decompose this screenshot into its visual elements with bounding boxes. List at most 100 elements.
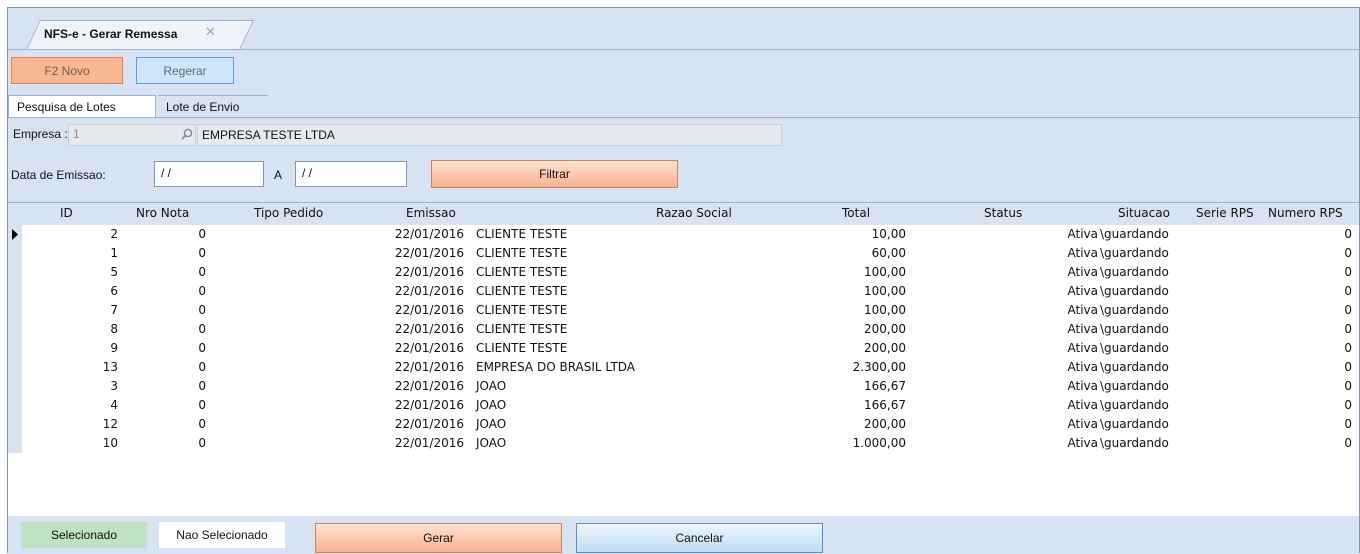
- row-indicator[interactable]: [8, 415, 22, 434]
- table-row[interactable]: 4 0 22/01/2016 JOAO 166,67 Ativa \guardando 0: [8, 396, 1359, 415]
- cell-nro-nota: 0: [198, 379, 206, 393]
- cell-total: 200,00: [864, 341, 906, 355]
- cell-situacao: Ativa: [1067, 360, 1099, 374]
- close-icon[interactable]: ✕: [205, 25, 216, 40]
- tab-lote-de-envio[interactable]: Lote de Envio: [158, 95, 268, 117]
- cell-razao-social: CLIENTE TESTE: [476, 265, 568, 279]
- new-button[interactable]: F2 Novo: [11, 57, 123, 84]
- filter-button[interactable]: Filtrar: [431, 160, 678, 188]
- row-indicator[interactable]: [8, 377, 22, 396]
- cell-situacao-detail: \guardando: [1100, 417, 1169, 431]
- row-pointer-icon: [12, 229, 18, 240]
- col-header-total[interactable]: Total: [842, 206, 870, 220]
- table-row[interactable]: 12 0 22/01/2016 JOAO 200,00 Ativa \guardando 0: [8, 415, 1359, 434]
- cell-nro-nota: 0: [198, 360, 206, 374]
- cell-id: 5: [110, 265, 118, 279]
- cell-total: 100,00: [864, 303, 906, 317]
- cell-situacao-detail: \guardando: [1100, 436, 1169, 450]
- cell-razao-social: CLIENTE TESTE: [476, 322, 568, 336]
- col-header-razao-social[interactable]: Razao Social: [656, 206, 732, 220]
- cell-emissao: 22/01/2016: [394, 341, 464, 355]
- cell-total: 166,67: [864, 398, 906, 412]
- row-indicator[interactable]: [8, 396, 22, 415]
- cell-situacao: Ativa: [1067, 246, 1099, 260]
- toolbar: F2 Novo Regerar: [8, 50, 1359, 90]
- col-header-tipo-pedido[interactable]: Tipo Pedido: [254, 206, 323, 220]
- window-tab-strip: NFS-e - Gerar Remessa ✕: [8, 8, 1359, 50]
- cell-situacao-detail: \guardando: [1100, 341, 1169, 355]
- cell-situacao: Ativa: [1067, 284, 1099, 298]
- row-indicator[interactable]: [8, 301, 22, 320]
- lotes-grid: ID Nro Nota Tipo Pedido Emissao Razao So…: [8, 202, 1359, 516]
- cell-razao-social: CLIENTE TESTE: [476, 303, 568, 317]
- footer-bar: Selecionado Nao Selecionado Gerar Cancel…: [8, 516, 1359, 554]
- cell-razao-social: JOAO: [476, 436, 507, 450]
- empresa-label: Empresa :: [13, 127, 68, 141]
- cell-nro-nota: 0: [198, 417, 206, 431]
- cell-razao-social: JOAO: [476, 379, 507, 393]
- window-tab-label: NFS-e - Gerar Remessa: [44, 27, 178, 41]
- cell-emissao: 22/01/2016: [394, 379, 464, 393]
- table-row[interactable]: 8 0 22/01/2016 CLIENTE TESTE 200,00 Ativa \gua…: [8, 320, 1359, 339]
- table-row[interactable]: 6 0 22/01/2016 CLIENTE TESTE 100,00 Ativa \gua…: [8, 282, 1359, 301]
- cell-razao-social: JOAO: [476, 417, 507, 431]
- col-header-situacao[interactable]: Situacao: [1118, 206, 1170, 220]
- regenerate-button[interactable]: Regerar: [136, 57, 234, 84]
- col-header-id[interactable]: ID: [60, 206, 73, 220]
- table-row[interactable]: 13 0 22/01/2016 EMPRESA DO BRASIL LTDA 2.300…: [8, 358, 1359, 377]
- row-indicator[interactable]: [8, 225, 22, 244]
- cell-nro-nota: 0: [198, 246, 206, 260]
- cell-razao-social: EMPRESA DO BRASIL LTDA: [476, 360, 636, 374]
- search-icon[interactable]: [180, 127, 194, 141]
- cell-total: 10,00: [871, 227, 906, 241]
- cell-total: 1.000,00: [852, 436, 906, 450]
- row-indicator[interactable]: [8, 244, 22, 263]
- cell-razao-social: CLIENTE TESTE: [476, 341, 568, 355]
- row-indicator[interactable]: [8, 263, 22, 282]
- cell-emissao: 22/01/2016: [394, 284, 464, 298]
- search-form: Empresa : 1 EMPRESA TESTE LTDA Data de E…: [8, 118, 1359, 202]
- empresa-code-field[interactable]: 1: [68, 124, 196, 146]
- cell-situacao-detail: \guardando: [1100, 322, 1169, 336]
- cell-emissao: 22/01/2016: [394, 360, 464, 374]
- table-row[interactable]: 2 0 22/01/2016 CLIENTE TESTE 10,00 Ativa \guar…: [8, 225, 1359, 244]
- cell-total: 100,00: [864, 284, 906, 298]
- col-header-emissao[interactable]: Emissao: [406, 206, 456, 220]
- generate-button[interactable]: Gerar: [315, 523, 562, 553]
- row-indicator[interactable]: [8, 282, 22, 301]
- cell-emissao: 22/01/2016: [394, 322, 464, 336]
- cell-situacao-detail: \guardando: [1100, 379, 1169, 393]
- cell-id: 8: [110, 322, 118, 336]
- row-indicator[interactable]: [8, 320, 22, 339]
- table-row[interactable]: 10 0 22/01/2016 JOAO 1.000,00 Ativa \guardando…: [8, 434, 1359, 453]
- cell-nro-nota: 0: [198, 341, 206, 355]
- row-indicator[interactable]: [8, 339, 22, 358]
- col-header-numero-rps[interactable]: Numero RPS: [1268, 206, 1343, 220]
- table-row[interactable]: 1 0 22/01/2016 CLIENTE TESTE 60,00 Ativa \guar…: [8, 244, 1359, 263]
- table-row[interactable]: 3 0 22/01/2016 JOAO 166,67 Ativa \guardando 0: [8, 377, 1359, 396]
- cell-situacao-detail: \guardando: [1100, 398, 1169, 412]
- table-row[interactable]: 5 0 22/01/2016 CLIENTE TESTE 100,00 Ativa \gua…: [8, 263, 1359, 282]
- table-row[interactable]: 9 0 22/01/2016 CLIENTE TESTE 200,00 Ativa \gua…: [8, 339, 1359, 358]
- col-header-serie-rps[interactable]: Serie RPS: [1196, 206, 1254, 220]
- tab-pesquisa-de-lotes[interactable]: Pesquisa de Lotes: [8, 95, 156, 117]
- col-header-nro-nota[interactable]: Nro Nota: [136, 206, 189, 220]
- inner-tabs: Pesquisa de Lotes Lote de Envio: [8, 92, 1359, 118]
- cell-nro-nota: 0: [198, 398, 206, 412]
- date-to-field[interactable]: / /: [295, 161, 407, 187]
- date-from-field[interactable]: / /: [154, 161, 264, 187]
- col-header-status[interactable]: Status: [984, 206, 1022, 220]
- cell-emissao: 22/01/2016: [394, 227, 464, 241]
- cancel-button[interactable]: Cancelar: [576, 523, 823, 553]
- row-indicator[interactable]: [8, 358, 22, 377]
- cell-id: 12: [102, 417, 118, 431]
- cell-numero-rps: 0: [1344, 398, 1352, 412]
- cell-total: 60,00: [871, 246, 906, 260]
- cell-numero-rps: 0: [1344, 417, 1352, 431]
- cell-id: 9: [110, 341, 118, 355]
- cell-emissao: 22/01/2016: [394, 246, 464, 260]
- table-row[interactable]: 7 0 22/01/2016 CLIENTE TESTE 100,00 Ativa \gua…: [8, 301, 1359, 320]
- cell-nro-nota: 0: [198, 436, 206, 450]
- cell-numero-rps: 0: [1344, 246, 1352, 260]
- row-indicator[interactable]: [8, 434, 22, 453]
